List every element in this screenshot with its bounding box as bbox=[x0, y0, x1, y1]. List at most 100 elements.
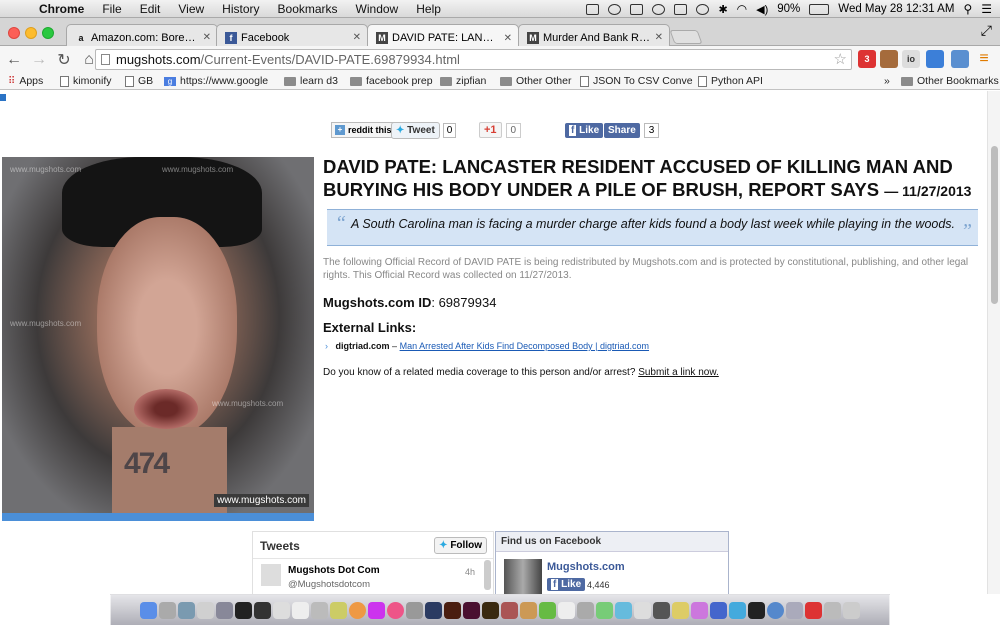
photos-icon[interactable] bbox=[634, 601, 651, 619]
menu-view[interactable]: View bbox=[169, 2, 213, 16]
messages-icon[interactable] bbox=[596, 601, 613, 619]
app-icon[interactable] bbox=[729, 601, 746, 619]
tweet-handle[interactable]: @Mugshotsdotcom bbox=[288, 579, 370, 590]
trash-icon[interactable] bbox=[843, 601, 860, 619]
scripts-icon[interactable] bbox=[311, 601, 328, 619]
bookmark-google[interactable]: g https://www.google bbox=[164, 75, 268, 87]
activity-icon[interactable] bbox=[254, 601, 271, 619]
facebook-page-thumbnail[interactable] bbox=[504, 559, 542, 594]
scrollbar-thumb[interactable] bbox=[991, 146, 998, 304]
zoom-window-button[interactable] bbox=[42, 27, 54, 39]
skype-icon[interactable] bbox=[767, 601, 784, 619]
app-icon[interactable] bbox=[805, 601, 822, 619]
illustrator-icon[interactable] bbox=[444, 601, 461, 619]
bookmark-extension-icon[interactable] bbox=[951, 50, 969, 68]
app-grid-icon[interactable] bbox=[406, 601, 423, 619]
tab-david-pate[interactable]: M DAVID PATE: LANCASTER R ✕ bbox=[367, 24, 519, 47]
tab-close-icon[interactable]: ✕ bbox=[504, 33, 512, 44]
bridge-icon[interactable] bbox=[482, 601, 499, 619]
tab-facebook[interactable]: f Facebook ✕ bbox=[216, 24, 368, 46]
app-store-icon[interactable] bbox=[710, 601, 727, 619]
menu-bookmarks[interactable]: Bookmarks bbox=[269, 2, 347, 16]
clock[interactable]: Wed May 28 12:31 AM bbox=[838, 3, 954, 15]
fb-share-button[interactable]: Share 3 bbox=[604, 122, 660, 138]
time-machine-icon[interactable] bbox=[696, 3, 710, 15]
menu-edit[interactable]: Edit bbox=[131, 2, 170, 16]
bookmarks-overflow[interactable]: » bbox=[884, 75, 890, 87]
avatar[interactable] bbox=[261, 564, 281, 586]
menu-help[interactable]: Help bbox=[407, 2, 450, 16]
sketch-icon[interactable] bbox=[330, 601, 347, 619]
minimize-window-button[interactable] bbox=[25, 27, 37, 39]
bookmark-apps[interactable]: ⠿ Apps bbox=[8, 75, 43, 87]
instagram-extension-icon[interactable] bbox=[880, 50, 898, 68]
notification-icon[interactable] bbox=[608, 3, 622, 15]
adblock-extension-icon[interactable]: 3 bbox=[858, 50, 876, 68]
mission-control-icon[interactable] bbox=[178, 601, 195, 619]
evernote-icon[interactable] bbox=[674, 3, 688, 15]
volume-icon[interactable]: ◀) bbox=[756, 3, 768, 16]
finder-icon[interactable] bbox=[140, 601, 157, 619]
new-tab-button[interactable] bbox=[669, 30, 703, 44]
app-status-icon[interactable] bbox=[630, 3, 644, 15]
fullscreen-icon[interactable]: ⤢ bbox=[981, 22, 992, 39]
tab-murder-bank-robbery[interactable]: M Murder And Bank Robbery ✕ bbox=[518, 24, 670, 46]
app-icon[interactable] bbox=[501, 601, 518, 619]
bookmark-python-api[interactable]: Python API bbox=[698, 75, 763, 87]
io-extension-icon[interactable]: io bbox=[902, 50, 920, 68]
chrome-icon[interactable] bbox=[349, 601, 366, 619]
itunes-icon[interactable] bbox=[691, 601, 708, 619]
submit-link[interactable]: Submit a link now. bbox=[638, 367, 719, 378]
menu-window[interactable]: Window bbox=[347, 2, 408, 16]
tab-close-icon[interactable]: ✕ bbox=[655, 32, 663, 43]
tweet-author[interactable]: Mugshots Dot Com bbox=[288, 565, 380, 576]
tab-close-icon[interactable]: ✕ bbox=[203, 32, 211, 43]
app-icon[interactable] bbox=[748, 601, 765, 619]
app-icon[interactable] bbox=[672, 601, 689, 619]
app-icon[interactable] bbox=[520, 601, 537, 619]
menu-history[interactable]: History bbox=[213, 2, 268, 16]
terminal-icon[interactable] bbox=[235, 601, 252, 619]
facebook-like-button[interactable]: f Like bbox=[547, 578, 586, 591]
external-link[interactable]: Man Arrested After Kids Find Decomposed … bbox=[400, 341, 649, 351]
contacts-icon[interactable] bbox=[577, 601, 594, 619]
forward-icon[interactable]: → bbox=[28, 51, 50, 69]
back-icon[interactable]: ← bbox=[3, 51, 25, 69]
tab-close-icon[interactable]: ✕ bbox=[353, 32, 361, 43]
reddit-button[interactable]: + reddit this! bbox=[331, 122, 399, 138]
menu-file[interactable]: File bbox=[93, 2, 130, 16]
status-icon[interactable] bbox=[586, 3, 600, 15]
calendar-icon[interactable] bbox=[558, 601, 575, 619]
launchpad-icon[interactable] bbox=[159, 601, 176, 619]
bookmark-json-to-csv[interactable]: JSON To CSV Conve bbox=[580, 75, 693, 87]
reload-icon[interactable]: ↻ bbox=[53, 50, 75, 70]
battery-icon[interactable] bbox=[809, 3, 830, 15]
dropbox-extension-icon[interactable] bbox=[926, 50, 944, 68]
tweet-time[interactable]: 4h bbox=[465, 567, 475, 577]
bookmark-star-icon[interactable]: ☆ bbox=[834, 50, 847, 68]
indesign-icon[interactable] bbox=[463, 601, 480, 619]
bookmark-zipfian[interactable]: zipfian bbox=[440, 75, 486, 87]
photoshop-icon[interactable] bbox=[425, 601, 442, 619]
sync-icon[interactable] bbox=[652, 3, 666, 15]
notes-icon[interactable] bbox=[292, 601, 309, 619]
gplus-button[interactable]: +1 0 bbox=[479, 122, 522, 138]
fb-like-button[interactable]: f Like bbox=[565, 122, 604, 138]
facetime-icon[interactable] bbox=[615, 601, 632, 619]
menu-app-chrome[interactable]: Chrome bbox=[30, 2, 93, 16]
textedit-icon[interactable] bbox=[273, 601, 290, 619]
follow-button[interactable]: ✦ Follow bbox=[434, 537, 487, 554]
io-app-icon[interactable] bbox=[368, 601, 385, 619]
preview-icon[interactable] bbox=[197, 601, 214, 619]
bookmark-learn-d3[interactable]: learn d3 bbox=[284, 75, 338, 87]
tab-amazon[interactable]: a Amazon.com: Bored to De ✕ bbox=[66, 24, 218, 46]
utilities-icon[interactable] bbox=[216, 601, 233, 619]
downloads-stack-icon[interactable] bbox=[824, 601, 841, 619]
bookmark-kimonify[interactable]: kimonify bbox=[60, 75, 112, 87]
bluetooth-icon[interactable]: ✱ bbox=[718, 3, 727, 16]
close-window-button[interactable] bbox=[8, 27, 20, 39]
menu-icon[interactable]: ≡ bbox=[975, 50, 993, 68]
page-scrollbar[interactable] bbox=[987, 91, 1000, 594]
facebook-page-name[interactable]: Mugshots.com bbox=[547, 561, 625, 573]
tweets-scrollbar[interactable] bbox=[484, 560, 491, 590]
